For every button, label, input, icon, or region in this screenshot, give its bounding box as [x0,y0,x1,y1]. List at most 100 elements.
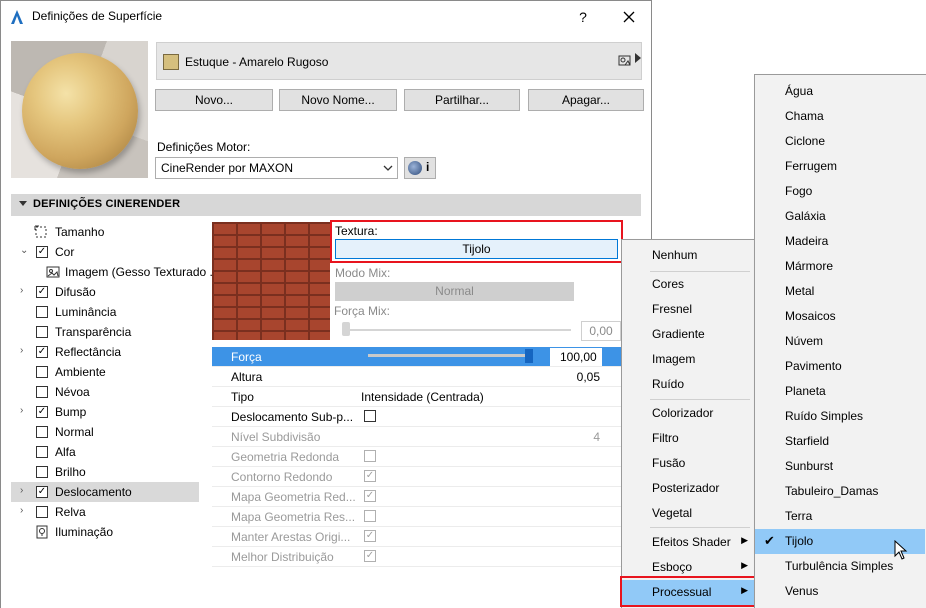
expand-down-icon[interactable]: ⌄ [20,245,28,256]
submenu-item-pavimento[interactable]: Pavimento [755,354,925,379]
menu-item-label: Ruído Simples [785,409,864,423]
expand-right-icon[interactable]: › [20,285,23,296]
cinerender-section-header[interactable]: DEFINIÇÕES CINERENDER [11,194,641,216]
property-altura[interactable]: Altura 0,05 [212,367,622,387]
menu-item-label: Ruído [652,377,685,391]
forca-slider-thumb[interactable] [525,349,533,363]
menu-item-fresnel[interactable]: Fresnel [622,297,754,322]
menu-item-imagem[interactable]: Imagem [622,347,754,372]
submenu-item-ferrugem[interactable]: Ferrugem [755,154,925,179]
menu-item-filtro[interactable]: Filtro [622,426,754,451]
channel-relva[interactable]: › Relva [11,502,199,522]
submenu-item-starfield[interactable]: Starfield [755,429,925,454]
mix-strength-track[interactable] [346,329,571,331]
chevron-right-icon[interactable] [635,53,641,63]
new-button[interactable]: Novo... [155,89,273,111]
share-button[interactable]: Partilhar... [404,89,520,111]
menu-item-nenhum[interactable]: Nenhum [622,243,754,268]
help-button[interactable]: ? [572,6,594,28]
channel-checkbox[interactable]: ✓ [36,286,48,298]
menu-item-label: Starfield [785,434,830,448]
channel-normal[interactable]: Normal [11,422,199,442]
channel-checkbox[interactable] [36,446,48,458]
channel-label: Luminância [55,305,117,319]
channel-checkbox[interactable]: ✓ [36,246,48,258]
submenu-item-planeta[interactable]: Planeta [755,379,925,404]
channel-reflectancia[interactable]: › ✓ Reflectância [11,342,199,362]
expand-right-icon[interactable]: › [20,345,23,356]
property-tipo[interactable]: Tipo Intensidade (Centrada) [212,387,622,407]
property-value[interactable]: Intensidade (Centrada) [361,390,484,404]
engine-select[interactable]: CineRender por MAXON [155,157,398,179]
channel-alfa[interactable]: Alfa [11,442,199,462]
channel-iluminacao[interactable]: Iluminação [11,522,199,542]
submenu-item-agua[interactable]: Água [755,79,925,104]
mix-strength-input[interactable]: 0,00 [581,321,621,341]
channel-nevoa[interactable]: Névoa [11,382,199,402]
channel-brilho[interactable]: Brilho [11,462,199,482]
submenu-item-metal[interactable]: Metal [755,279,925,304]
new-name-button[interactable]: Novo Nome... [279,89,397,111]
submenu-item-mosaicos[interactable]: Mosaicos [755,304,925,329]
channel-checkbox[interactable]: ✓ [36,486,48,498]
property-sub-poly[interactable]: Deslocamento Sub-p... [212,407,622,427]
submenu-item-terra[interactable]: Terra [755,504,925,529]
menu-item-efeitos-shader[interactable]: Efeitos Shader ▶ [622,530,754,555]
submenu-item-venus[interactable]: Venus [755,579,925,604]
menu-item-fusao[interactable]: Fusão [622,451,754,476]
menu-item-gradiente[interactable]: Gradiente [622,322,754,347]
menu-item-posterizador[interactable]: Posterizador [622,476,754,501]
channel-checkbox[interactable] [36,326,48,338]
channel-checkbox[interactable]: ✓ [36,406,48,418]
delete-button[interactable]: Apagar... [528,89,644,111]
expand-right-icon[interactable]: › [20,505,23,516]
channel-luminancia[interactable]: Luminância [11,302,199,322]
submenu-item-galaxia[interactable]: Galáxia [755,204,925,229]
channel-checkbox[interactable] [36,306,48,318]
material-preview [11,41,148,178]
property-forca[interactable]: Força 100,00 [212,347,622,367]
submenu-item-tabuleiro-damas[interactable]: Tabuleiro_Damas [755,479,925,504]
channel-cor[interactable]: ⌄ ✓ Cor [11,242,199,262]
channel-checkbox[interactable] [36,426,48,438]
expand-right-icon[interactable]: › [20,405,23,416]
forca-slider-track[interactable] [368,354,532,357]
expand-right-icon[interactable]: › [20,485,23,496]
material-selector[interactable]: Estuque - Amarelo Rugoso [156,42,642,80]
menu-item-vegetal[interactable]: Vegetal [622,501,754,526]
submenu-item-chama[interactable]: Chama [755,104,925,129]
channel-tamanho[interactable]: Tamanho [11,222,199,242]
mix-mode-select[interactable]: Normal [335,282,574,301]
submenu-item-madeira[interactable]: Madeira [755,229,925,254]
submenu-item-ciclone[interactable]: Ciclone [755,129,925,154]
channel-checkbox[interactable] [36,466,48,478]
channel-checkbox[interactable] [36,366,48,378]
menu-item-colorizador[interactable]: Colorizador [622,401,754,426]
menu-item-cores[interactable]: Cores [622,272,754,297]
channel-ambiente[interactable]: Ambiente [11,362,199,382]
submenu-item-nuvem[interactable]: Núvem [755,329,925,354]
channel-bump[interactable]: › ✓ Bump [11,402,199,422]
forca-input[interactable]: 100,00 [542,348,602,366]
submenu-item-ruido-simples[interactable]: Ruído Simples [755,404,925,429]
channel-difusao[interactable]: › ✓ Difusão [11,282,199,302]
submenu-item-fogo[interactable]: Fogo [755,179,925,204]
mix-strength-thumb[interactable] [342,322,350,336]
property-checkbox[interactable] [364,410,376,422]
channel-checkbox[interactable] [36,506,48,518]
channel-transparencia[interactable]: Transparência [11,322,199,342]
close-button[interactable] [618,6,640,28]
channel-checkbox[interactable] [36,386,48,398]
submenu-item-marmore[interactable]: Mármore [755,254,925,279]
channel-checkbox[interactable]: ✓ [36,346,48,358]
check-icon: ✔ [764,533,775,548]
title-bar[interactable]: Definições de Superfície ? [1,1,651,33]
texture-button[interactable]: Tijolo [335,239,618,259]
menu-item-ruido[interactable]: Ruído [622,372,754,397]
channel-imagem[interactable]: Imagem (Gesso Texturado ... [11,262,220,282]
property-value[interactable]: 0,05 [577,370,600,384]
submenu-item-sunburst[interactable]: Sunburst [755,454,925,479]
menu-item-label: Nenhum [652,248,698,262]
channel-deslocamento[interactable]: › ✓ Deslocamento [11,482,199,502]
engine-info-button[interactable]: i [404,157,436,179]
